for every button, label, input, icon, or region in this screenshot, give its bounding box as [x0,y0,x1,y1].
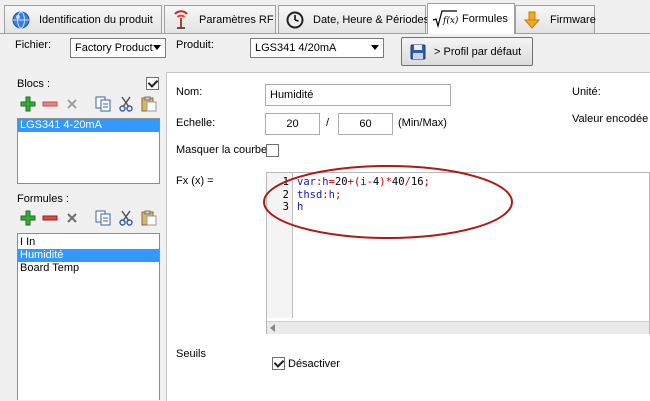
function-icon: f(x) [432,8,458,30]
echelle-unit-label: (Min/Max) [398,117,447,129]
fx-label: Fx (x) = [176,175,214,187]
tab-firmware[interactable]: Firmware [515,5,596,33]
list-item[interactable]: Board Temp [18,262,159,275]
tab-label: Identification du produit [39,13,153,26]
formula-editor[interactable]: 1 2 3 var:h=20+(i-4)*40/16; thsd:h; h [266,172,650,334]
produit-label: Produit: [176,39,214,51]
profil-button-label: > Profil par défaut [434,45,522,58]
scroll-left-icon[interactable] [270,324,275,332]
add-formule-button[interactable] [18,208,38,228]
produit-select[interactable]: LGS341 4/20mA [250,38,384,58]
remove-formule-button[interactable] [40,208,60,228]
minus-icon [42,215,58,221]
list-item[interactable]: Humidité [18,249,159,262]
scissors-icon [119,96,133,112]
scissors-icon [119,210,133,226]
code-token: ; [423,176,430,188]
plus-icon [20,210,36,226]
nom-label: Nom: [176,86,203,98]
desactiver-label: Désactiver [288,358,340,370]
minus-icon [42,101,58,107]
paste-icon [141,210,157,226]
masquer-courbe-label: Masquer la courbe [176,144,268,156]
code-line: var:h=20+(i-4)*40/16; [297,176,637,189]
line-number-gutter: 1 2 3 [267,173,293,318]
tab-label: Formules [462,13,508,25]
delete-formule-button[interactable] [62,208,82,228]
delete-bloc-button[interactable] [62,94,82,114]
masquer-courbe-checkbox[interactable] [266,144,279,157]
list-item[interactable]: I In [18,236,159,249]
cut-bloc-button[interactable] [116,94,136,114]
unite-label: Unité: [572,86,601,98]
chevron-down-icon [153,45,161,50]
line-number: 1 [282,176,289,188]
list-item[interactable]: LGS341 4-20mA [18,119,159,132]
paste-icon [141,96,157,112]
blocs-label: Blocs : [17,78,51,90]
blocs-list[interactable]: LGS341 4-20mA [17,118,160,184]
tab-label: Paramètres RF [199,13,274,26]
chevron-down-icon [371,45,379,50]
tab-bar: Identification du produit Paramètres RF … [0,0,650,34]
remove-bloc-button[interactable] [40,94,60,114]
line-number: 2 [282,188,289,201]
fichier-select[interactable]: Factory Product [70,38,166,58]
valeur-encodee-label: Valeur encodée [572,113,649,125]
close-icon [67,99,77,109]
nom-input[interactable]: Humidité [265,84,451,106]
echelle-label: Echelle: [176,117,216,129]
produit-select-value: LGS341 4/20mA [255,42,337,54]
copy-formule-button[interactable] [93,208,113,228]
code-token: h [297,201,304,213]
copy-icon [95,210,111,226]
tab-label: Firmware [550,13,596,26]
code-area: var:h=20+(i-4)*40/16; thsd:h; h [297,176,637,214]
fichier-label: Fichier: [15,39,52,51]
code-token: 16 [410,176,424,188]
desactiver-checkbox[interactable] [272,357,285,370]
paste-formule-button[interactable] [139,208,159,228]
paste-bloc-button[interactable] [139,94,159,114]
download-arrow-icon [521,9,543,31]
copy-bloc-button[interactable] [93,94,113,114]
tab-date-heure[interactable]: Date, Heure & Périodes [278,5,430,33]
profil-par-defaut-button[interactable]: > Profil par défaut [401,37,533,66]
copy-icon [95,96,111,112]
tab-bar-divider [0,33,650,34]
antenna-icon [170,9,192,31]
horizontal-scrollbar[interactable] [267,321,649,334]
globe-icon [10,9,32,31]
tab-parametres-rf[interactable]: Paramètres RF [164,5,276,33]
seuils-label: Seuils [176,348,206,360]
cut-formule-button[interactable] [116,208,136,228]
clock-icon [284,9,306,31]
close-icon [67,213,77,223]
svg-text:f(x): f(x) [442,15,458,26]
code-token: 20 [334,176,348,188]
formules-label: Formules : [17,193,69,205]
save-icon [410,44,426,60]
code-line: thsd:h; [297,189,637,202]
tab-label: Date, Heure & Périodes [313,13,430,26]
code-token: ; [334,188,342,201]
fichier-select-value: Factory Product [75,42,153,54]
add-bloc-button[interactable] [18,94,38,114]
plus-icon [20,96,36,112]
formules-list[interactable]: I In Humidité Board Temp [17,233,160,400]
blocs-checkbox[interactable] [146,77,159,90]
tab-formules[interactable]: f(x) Formules [427,3,515,34]
code-line: h [297,201,637,214]
code-token: var [297,176,316,188]
echelle-min-input[interactable]: 20 [265,113,320,135]
tab-identification[interactable]: Identification du produit [4,5,162,33]
echelle-max-input[interactable]: 60 [338,113,393,135]
line-number: 3 [282,201,289,213]
code-token: thsd [297,188,323,201]
code-token: 40 [391,176,405,188]
echelle-separator: / [326,117,330,129]
